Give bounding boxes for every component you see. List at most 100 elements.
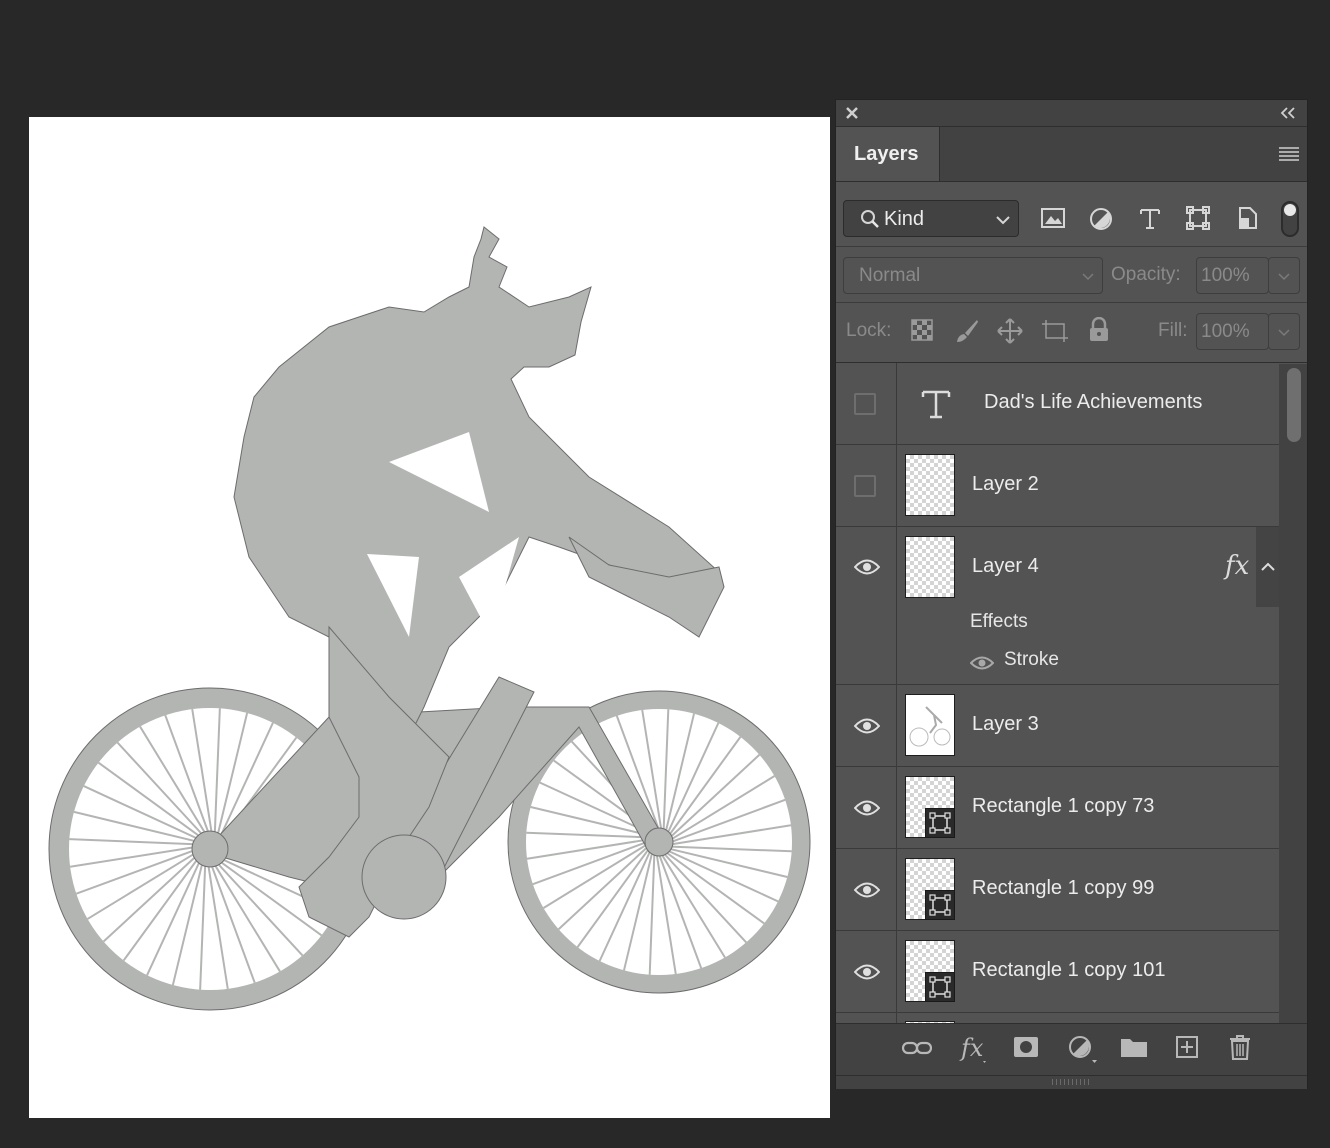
new-adjustment-layer-icon[interactable] <box>1068 1035 1098 1063</box>
visibility-column <box>836 363 897 444</box>
text-layer-icon <box>921 390 951 419</box>
lock-artboard-icon[interactable] <box>1041 318 1069 344</box>
shape-layer-badge <box>925 808 955 838</box>
divider <box>836 246 1307 247</box>
delete-layer-trash-icon[interactable] <box>1229 1034 1251 1060</box>
fill-label: Fill: <box>1158 320 1188 341</box>
panel-title-bar <box>836 100 1307 127</box>
layer-row-partial[interactable] <box>836 1013 1279 1023</box>
panel-resize-bar[interactable] <box>836 1075 1307 1089</box>
fx-badge[interactable]: fx <box>1225 551 1249 581</box>
chevron-down-icon <box>1278 273 1290 281</box>
filter-kind-label: Kind <box>884 208 925 230</box>
opacity-value: 100% <box>1201 265 1250 286</box>
cyclist-thumbnail-icon <box>909 706 951 747</box>
layer-row-layer-4[interactable]: Layer 4 fx Effects Stroke <box>836 527 1279 685</box>
panel-menu-icon[interactable] <box>1279 146 1299 162</box>
lock-transparency-icon[interactable] <box>911 319 933 341</box>
chevron-up-icon <box>1261 562 1275 571</box>
layers-bottom-toolbar: fx <box>836 1023 1307 1076</box>
eye-icon[interactable] <box>854 881 880 899</box>
visibility-toggle-off[interactable] <box>854 393 876 415</box>
filter-toggle[interactable] <box>1281 201 1299 237</box>
shape-layer-badge <box>925 972 955 1002</box>
opacity-label: Opacity: <box>1111 264 1181 285</box>
divider <box>836 302 1307 303</box>
shape-icon <box>929 894 951 916</box>
shape-icon <box>929 812 951 834</box>
eye-icon[interactable] <box>854 799 880 817</box>
fill-field[interactable]: 100% <box>1196 313 1269 350</box>
collapse-panel-icon[interactable] <box>1280 107 1296 119</box>
new-group-folder-icon[interactable] <box>1120 1036 1148 1058</box>
tab-layers-label: Layers <box>854 143 919 165</box>
layer-thumbnail <box>905 776 955 838</box>
layer-name: Rectangle 1 copy 73 <box>972 795 1155 817</box>
layer-row-rectangle-73[interactable]: Rectangle 1 copy 73 <box>836 767 1279 849</box>
layer-row-rectangle-101[interactable]: Rectangle 1 copy 101 <box>836 931 1279 1013</box>
visibility-column <box>836 527 897 684</box>
layer-list-scrollbar[interactable] <box>1279 364 1307 1023</box>
type-filter-icon[interactable] <box>1139 207 1161 229</box>
shape-layer-badge <box>925 890 955 920</box>
visibility-column <box>836 1013 897 1023</box>
tab-layers[interactable]: Layers <box>836 127 940 181</box>
document-canvas[interactable] <box>29 117 830 1118</box>
lock-label: Lock: <box>846 320 892 341</box>
panel-tab-row: Layers <box>836 127 1307 182</box>
effects-label: Effects <box>970 611 1028 632</box>
effects-collapse-button[interactable] <box>1256 527 1279 607</box>
svg-text:fx: fx <box>959 1034 984 1062</box>
lock-image-pixels-icon[interactable] <box>955 318 979 344</box>
scrollbar-thumb[interactable] <box>1287 368 1301 442</box>
eye-icon[interactable] <box>854 558 880 576</box>
chevron-down-icon <box>1082 273 1094 281</box>
blend-mode-label: Normal <box>859 265 921 286</box>
add-layer-style-fx-icon[interactable]: fx <box>959 1034 991 1064</box>
shape-filter-icon[interactable] <box>1186 206 1210 230</box>
blend-mode-dropdown[interactable]: Normal <box>843 257 1103 294</box>
chevron-down-icon <box>1278 329 1290 337</box>
lock-position-icon[interactable] <box>997 318 1023 344</box>
visibility-column <box>836 931 897 1012</box>
visibility-column <box>836 767 897 848</box>
layer-name: Layer 4 <box>972 555 1039 577</box>
eye-icon[interactable] <box>854 717 880 735</box>
layer-thumbnail <box>905 858 955 920</box>
layer-name: Rectangle 1 copy 99 <box>972 877 1155 899</box>
layer-thumbnail <box>905 454 955 516</box>
cyclist-silhouette <box>48 226 811 1011</box>
layer-name: Layer 2 <box>972 473 1039 495</box>
adjustment-filter-icon[interactable] <box>1089 207 1113 231</box>
lock-all-icon[interactable] <box>1088 317 1110 343</box>
visibility-column <box>836 685 897 766</box>
close-panel-icon[interactable] <box>846 107 858 119</box>
link-layers-icon[interactable] <box>902 1039 932 1057</box>
layer-row-rectangle-99[interactable]: Rectangle 1 copy 99 <box>836 849 1279 931</box>
effect-stroke-label[interactable]: Stroke <box>1004 649 1059 671</box>
filter-kind-dropdown[interactable]: Kind <box>843 200 1019 237</box>
visibility-column <box>836 849 897 930</box>
opacity-dropdown-button[interactable] <box>1268 257 1300 294</box>
effect-eye-icon[interactable] <box>970 655 994 671</box>
layer-row-text[interactable]: Dad's Life Achievements <box>836 363 1279 445</box>
layers-panel: Layers Kind Normal Opacity: 100% Lock: F… <box>835 99 1308 1089</box>
search-icon <box>861 210 879 228</box>
fill-value: 100% <box>1201 321 1250 342</box>
visibility-column <box>836 445 897 526</box>
new-layer-icon[interactable] <box>1176 1036 1198 1058</box>
resize-grip[interactable] <box>1052 1079 1092 1085</box>
layer-name: Layer 3 <box>972 713 1039 735</box>
eye-icon[interactable] <box>854 963 880 981</box>
smart-object-filter-icon[interactable] <box>1236 206 1258 230</box>
layer-row-layer-2[interactable]: Layer 2 <box>836 445 1279 527</box>
opacity-field[interactable]: 100% <box>1196 257 1269 294</box>
visibility-toggle-off[interactable] <box>854 475 876 497</box>
layer-row-layer-3[interactable]: Layer 3 <box>836 685 1279 767</box>
image-filter-icon[interactable] <box>1041 207 1065 229</box>
add-mask-icon[interactable] <box>1013 1036 1039 1058</box>
layer-thumbnail <box>905 536 955 598</box>
layer-list: Dad's Life Achievements Layer 2 Layer 4 … <box>836 363 1279 1023</box>
layer-thumbnail <box>905 694 955 756</box>
fill-dropdown-button[interactable] <box>1268 313 1300 350</box>
